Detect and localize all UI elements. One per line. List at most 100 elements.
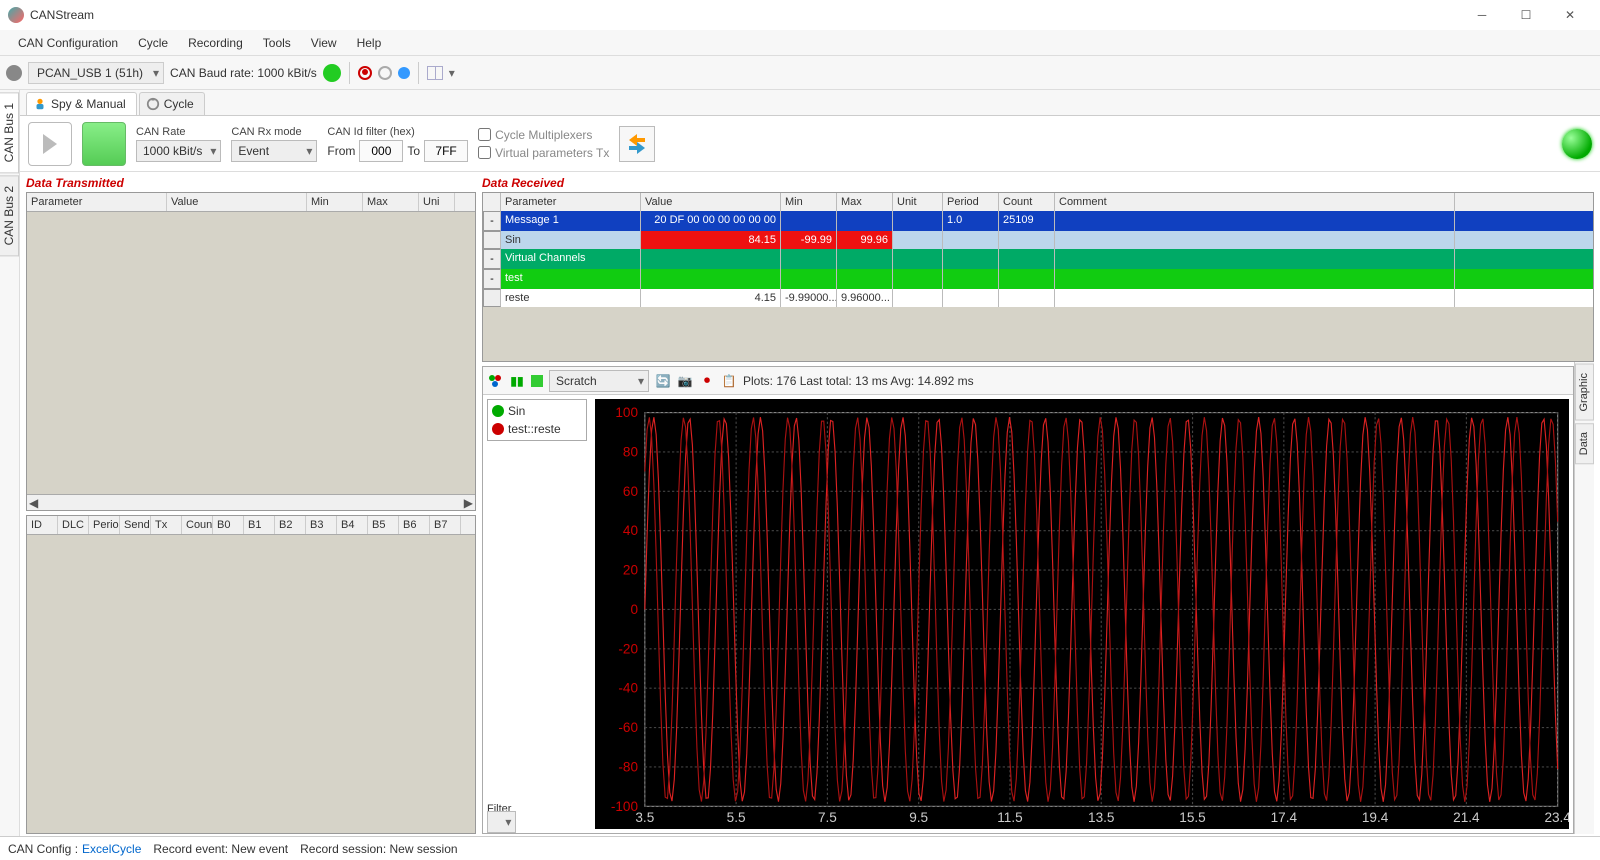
rx-col-period[interactable]: Period	[943, 193, 999, 211]
rx-row[interactable]: Sin84.15-99.9999.96	[483, 231, 1593, 249]
menu-view[interactable]: View	[301, 32, 347, 54]
txraw-col-perio[interactable]: Perio	[89, 516, 120, 534]
graph-pause-button[interactable]: ▮▮	[509, 373, 525, 389]
menu-cycle[interactable]: Cycle	[128, 32, 178, 54]
layout-button[interactable]	[427, 66, 443, 80]
txraw-col-b1[interactable]: B1	[244, 516, 275, 534]
tx-col-max[interactable]: Max	[363, 193, 419, 211]
record-button[interactable]	[358, 66, 372, 80]
status-config-link[interactable]: ExcelCycle	[82, 842, 141, 856]
rx-cell: 84.15	[641, 231, 781, 249]
rx-row[interactable]: reste4.15-9.99000...9.96000...	[483, 289, 1593, 307]
tx-raw-grid[interactable]: IDDLCPerioSendTxCounB0B1B2B3B4B5B6B7	[26, 515, 476, 834]
rx-cell: 4.15	[641, 289, 781, 307]
row-toggle[interactable]: -	[483, 211, 501, 231]
menu-help[interactable]: Help	[347, 32, 392, 54]
tx-grid[interactable]: ParameterValueMinMaxUni ◀▶	[26, 192, 476, 511]
filter-select[interactable]	[487, 811, 516, 833]
graph-plot[interactable]: 100806040200-20-40-60-80-1003.55.57.59.5…	[595, 399, 1569, 829]
row-toggle[interactable]: -	[483, 269, 501, 289]
row-toggle[interactable]	[483, 289, 501, 307]
svg-text:7.5: 7.5	[818, 810, 837, 825]
rx-mode-select[interactable]: Event	[231, 140, 317, 162]
play-button[interactable]	[28, 122, 72, 166]
settings-icon[interactable]	[6, 65, 22, 81]
tx-col-uni[interactable]: Uni	[419, 193, 455, 211]
graph-export-button[interactable]: 📋	[721, 373, 737, 389]
rx-cell: 1.0	[943, 211, 999, 231]
rx-cell	[1055, 289, 1455, 307]
side-tab-can-bus-2[interactable]: CAN Bus 2	[0, 175, 19, 256]
rx-cell	[837, 249, 893, 269]
txraw-col-b3[interactable]: B3	[306, 516, 337, 534]
maximize-button[interactable]: ☐	[1504, 1, 1548, 29]
rx-col-comment[interactable]: Comment	[1055, 193, 1455, 211]
tx-col-min[interactable]: Min	[307, 193, 363, 211]
tx-col-value[interactable]: Value	[167, 193, 307, 211]
device-dropdown[interactable]: PCAN_USB 1 (51h)	[28, 62, 164, 84]
row-toggle[interactable]: -	[483, 249, 501, 269]
menu-recording[interactable]: Recording	[178, 32, 253, 54]
layout-dropdown-arrow[interactable]: ▾	[449, 66, 455, 80]
window-title: CANStream	[30, 8, 94, 22]
run-button[interactable]	[82, 122, 126, 166]
svg-text:9.5: 9.5	[909, 810, 928, 825]
txraw-col-b7[interactable]: B7	[430, 516, 461, 534]
graph-channels-button[interactable]	[487, 373, 503, 389]
id-from-input[interactable]	[359, 140, 403, 162]
menu-tools[interactable]: Tools	[253, 32, 301, 54]
rx-grid[interactable]: ParameterValueMinMaxUnitPeriodCountComme…	[482, 192, 1594, 362]
txraw-col-b4[interactable]: B4	[337, 516, 368, 534]
record-marker-button[interactable]	[398, 67, 410, 79]
virtual-tx-checkbox[interactable]: Virtual parameters Tx	[478, 146, 609, 160]
legend-item[interactable]: test::reste	[492, 422, 582, 436]
rx-row[interactable]: -test	[483, 269, 1593, 289]
txraw-col-tx[interactable]: Tx	[151, 516, 182, 534]
rx-col-unit[interactable]: Unit	[893, 193, 943, 211]
rx-col-toggle[interactable]	[483, 193, 501, 211]
txraw-col-b0[interactable]: B0	[213, 516, 244, 534]
status-config-label: CAN Config :	[8, 842, 78, 856]
tx-grid-scrollbar[interactable]: ◀▶	[27, 494, 475, 510]
graph-stop-button[interactable]	[531, 375, 543, 387]
graph-refresh-button[interactable]: 🔄	[655, 373, 671, 389]
legend-item[interactable]: Sin	[492, 404, 582, 418]
txraw-col-send[interactable]: Send	[120, 516, 151, 534]
graph-legend[interactable]: Sintest::reste	[487, 399, 587, 441]
tab-cycle[interactable]: Cycle	[139, 92, 205, 115]
txraw-col-b6[interactable]: B6	[399, 516, 430, 534]
txraw-col-coun[interactable]: Coun	[182, 516, 213, 534]
graph-preset-select[interactable]: Scratch	[549, 370, 649, 392]
rx-col-parameter[interactable]: Parameter	[501, 193, 641, 211]
close-button[interactable]: ✕	[1548, 1, 1592, 29]
stop-record-button[interactable]	[378, 66, 392, 80]
rx-col-min[interactable]: Min	[781, 193, 837, 211]
minimize-button[interactable]: ─	[1460, 1, 1504, 29]
side-tab-can-bus-1[interactable]: CAN Bus 1	[0, 92, 19, 173]
tx-col-parameter[interactable]: Parameter	[27, 193, 167, 211]
rx-col-max[interactable]: Max	[837, 193, 893, 211]
txraw-col-id[interactable]: ID	[27, 516, 58, 534]
txraw-col-b2[interactable]: B2	[275, 516, 306, 534]
config-swap-button[interactable]	[619, 126, 655, 162]
id-to-input[interactable]	[424, 140, 468, 162]
row-toggle[interactable]	[483, 231, 501, 249]
id-filter-label: CAN Id filter (hex)	[327, 126, 468, 138]
txraw-col-dlc[interactable]: DLC	[58, 516, 89, 534]
txraw-col-b5[interactable]: B5	[368, 516, 399, 534]
rx-row[interactable]: -Message 120 DF 00 00 00 00 00 001.02510…	[483, 211, 1593, 231]
graph-tab-graphic[interactable]: Graphic	[1575, 364, 1594, 421]
tab-spy-manual[interactable]: Spy & Manual	[26, 92, 137, 115]
status-bar: CAN Config : ExcelCycle Record event: Ne…	[0, 836, 1600, 860]
menu-can-configuration[interactable]: CAN Configuration	[8, 32, 128, 54]
rx-cell: test	[501, 269, 641, 289]
rx-row[interactable]: -Virtual Channels	[483, 249, 1593, 269]
cycle-mux-checkbox[interactable]: Cycle Multiplexers	[478, 128, 609, 142]
graph-snapshot-button[interactable]: 📷	[677, 373, 693, 389]
rx-col-value[interactable]: Value	[641, 193, 781, 211]
can-rate-select[interactable]: 1000 kBit/s	[136, 140, 221, 162]
rx-cell	[999, 269, 1055, 289]
rx-col-count[interactable]: Count	[999, 193, 1055, 211]
graph-record-button[interactable]: ⏺	[699, 373, 715, 389]
graph-tab-data[interactable]: Data	[1575, 423, 1594, 464]
